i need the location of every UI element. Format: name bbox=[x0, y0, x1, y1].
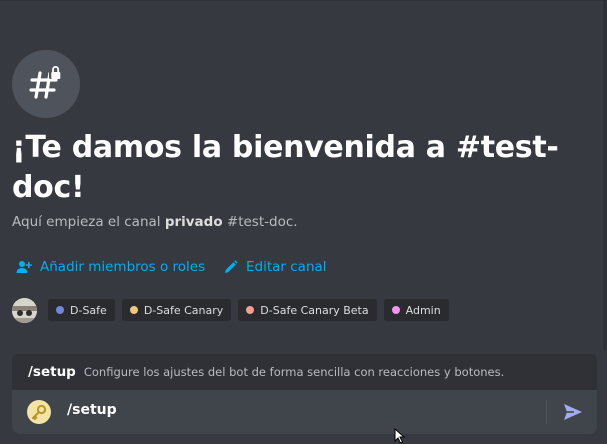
role-pill[interactable]: D-Safe bbox=[48, 299, 115, 321]
role-color-dot bbox=[129, 306, 138, 314]
key-icon bbox=[27, 400, 51, 424]
role-color-dot bbox=[391, 306, 400, 314]
hashtag-lock-icon bbox=[12, 50, 80, 118]
add-user-icon bbox=[16, 261, 32, 273]
welcome-title: ¡Te damos la bienvenida a #test-doc! bbox=[12, 130, 559, 205]
subtitle-private: privado bbox=[164, 214, 223, 230]
header-divider bbox=[0, 0, 607, 1]
subtitle-prefix: Aquí empieza el canal bbox=[12, 214, 165, 230]
avatar[interactable] bbox=[12, 297, 37, 323]
role-color-dot bbox=[246, 306, 255, 314]
role-color-dot bbox=[56, 306, 64, 314]
role-name: Admin bbox=[405, 303, 441, 317]
scrollbar[interactable] bbox=[603, 0, 607, 350]
edit-channel-label: Editar canal bbox=[246, 259, 327, 275]
send-button[interactable] bbox=[561, 400, 585, 424]
command-suggestion-panel: /setup Configure los ajustes del bot de … bbox=[12, 354, 597, 390]
message-input[interactable]: /setup bbox=[67, 402, 117, 418]
mouse-cursor-icon bbox=[394, 428, 406, 444]
command-name: /setup bbox=[28, 364, 76, 380]
welcome-subtitle: Aquí empieza el canal privado #test-doc. bbox=[12, 214, 298, 230]
subtitle-suffix: #test-doc. bbox=[222, 214, 298, 230]
role-pill[interactable]: D-Safe Canary Beta bbox=[238, 299, 377, 321]
role-name: D-Safe Canary bbox=[143, 303, 224, 317]
role-name: D-Safe Canary Beta bbox=[260, 303, 369, 317]
role-pill[interactable]: Admin bbox=[383, 299, 449, 321]
input-divider bbox=[546, 400, 547, 424]
command-suggestion-item[interactable]: /setup Configure los ajustes del bot de … bbox=[12, 354, 504, 390]
add-members-button[interactable]: Añadir miembros o roles bbox=[16, 256, 205, 278]
role-pill[interactable]: D-Safe Canary bbox=[121, 299, 232, 321]
add-members-label: Añadir miembros o roles bbox=[40, 259, 206, 275]
edit-channel-button[interactable]: Editar canal bbox=[224, 256, 327, 278]
command-description: Configure los ajustes del bot de forma s… bbox=[83, 365, 505, 379]
message-input-bar: /setup bbox=[12, 390, 597, 434]
member-roles-row: D-Safe D-Safe Canary D-Safe Canary Beta … bbox=[12, 297, 456, 323]
pencil-icon bbox=[225, 260, 238, 273]
send-icon bbox=[564, 404, 582, 420]
role-name: D-Safe bbox=[70, 303, 107, 317]
